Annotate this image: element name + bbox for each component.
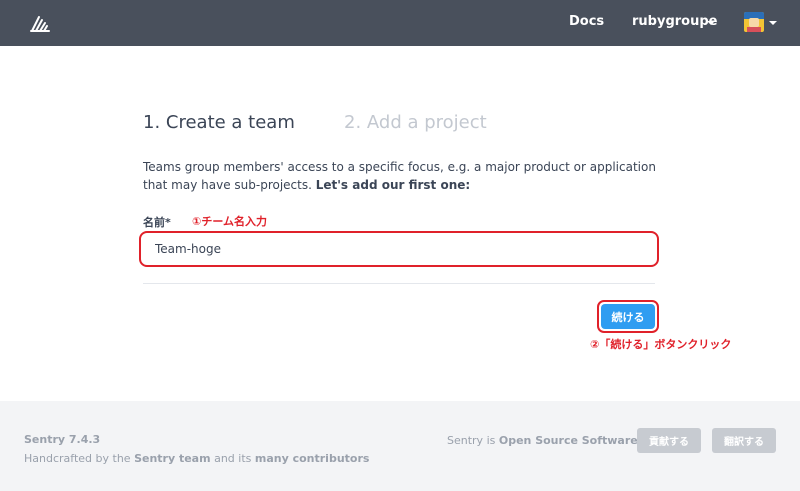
footer: Sentry 7.4.3 Handcrafted by the Sentry t… [0, 401, 800, 491]
footer-credit: Handcrafted by the Sentry team and its m… [24, 452, 369, 465]
chevron-down-icon[interactable] [769, 21, 777, 25]
step-create-team: 1. Create a team [143, 112, 295, 133]
step-add-project: 2. Add a project [344, 112, 487, 133]
org-selector[interactable]: rubygroupe [632, 14, 717, 29]
continue-button[interactable]: 続ける [601, 304, 655, 329]
oss-link[interactable]: Open Source Software [499, 434, 638, 447]
team-name-label: 名前* [143, 216, 171, 229]
sentry-team-link[interactable]: Sentry team [134, 452, 211, 465]
annotation-step1: ①チーム名入力 [192, 215, 267, 228]
translate-button[interactable]: 翻訳する [712, 428, 776, 453]
annotation-step2: ②「続ける」ボタンクリック [590, 338, 732, 351]
avatar-shirt [747, 27, 761, 32]
avatar-face [749, 18, 759, 27]
top-navbar: Docs rubygroupe [0, 0, 800, 46]
user-avatar[interactable] [744, 12, 764, 32]
footer-oss: Sentry is Open Source Software [447, 434, 638, 447]
team-name-input[interactable] [139, 231, 659, 267]
credit-middle: and its [210, 452, 255, 465]
annotation-highlight-box: 続ける [597, 300, 659, 333]
credit-prefix: Handcrafted by the [24, 452, 135, 465]
chevron-down-icon[interactable] [707, 21, 715, 25]
oss-prefix: Sentry is [447, 434, 499, 447]
sentry-logo-icon[interactable] [28, 11, 52, 35]
contributors-link[interactable]: many contributors [255, 452, 370, 465]
contribute-button[interactable]: 貢献する [637, 428, 701, 453]
footer-version: Sentry 7.4.3 [24, 433, 101, 446]
description-emphasis: Let's add our first one: [315, 178, 471, 192]
docs-link[interactable]: Docs [569, 14, 604, 29]
description: Teams group members' access to a specifi… [143, 158, 673, 194]
form-divider [143, 283, 655, 284]
